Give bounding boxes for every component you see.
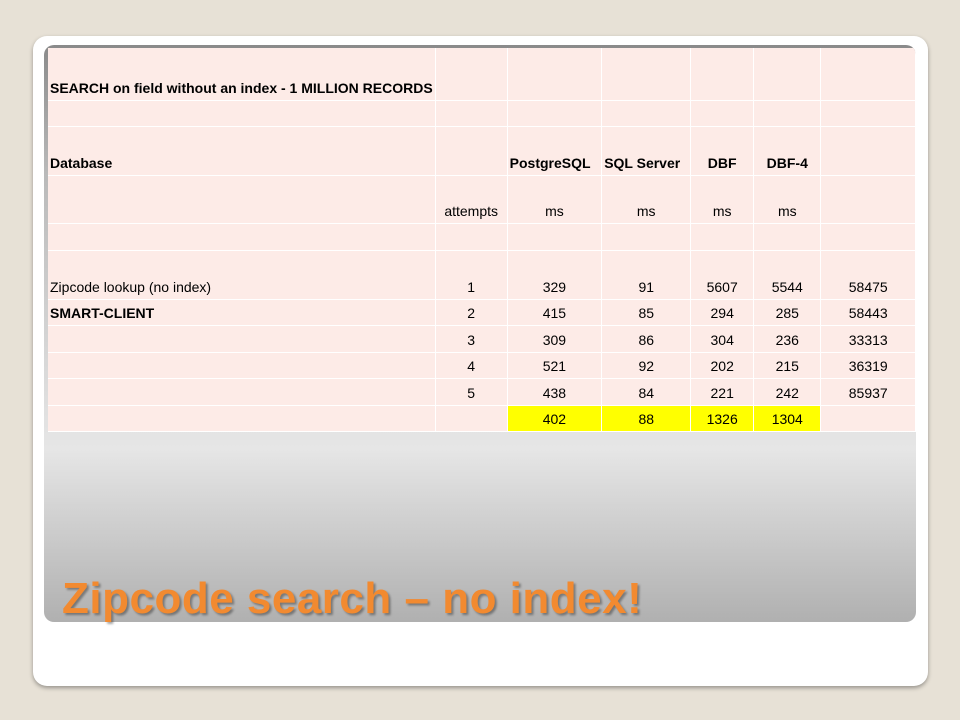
table-row: 5 438 84 221 242 85937	[48, 378, 916, 406]
attempt-number: 4	[435, 352, 508, 379]
value-cell: 86	[601, 325, 692, 353]
unit-label: ms	[690, 175, 755, 224]
value-cell: 285	[753, 299, 822, 326]
average-cell: 1326	[690, 405, 755, 432]
value-cell: 91	[601, 250, 692, 300]
attempts-label: attempts	[435, 175, 508, 224]
value-cell: 58443	[820, 299, 916, 326]
unit-label: ms	[601, 175, 692, 224]
value-cell: 84	[601, 378, 692, 406]
value-cell: 202	[690, 352, 755, 379]
benchmark-table: SEARCH on field without an index - 1 MIL…	[48, 48, 916, 432]
value-cell: 33313	[820, 325, 916, 353]
attempt-number: 2	[435, 299, 508, 326]
row-label	[48, 378, 436, 406]
database-label: Database	[48, 126, 436, 176]
row-label: SMART-CLIENT	[48, 299, 436, 326]
average-row: 402 88 1326 1304	[48, 405, 916, 432]
column-header: SQL Server	[601, 126, 692, 176]
row-label	[48, 325, 436, 353]
table-heading-row: SEARCH on field without an index - 1 MIL…	[48, 48, 916, 101]
table-row: SMART-CLIENT 2 415 85 294 285 58443	[48, 299, 916, 326]
value-cell: 36319	[820, 352, 916, 379]
attempt-number: 3	[435, 325, 508, 353]
value-cell: 329	[507, 250, 603, 300]
unit-label: ms	[753, 175, 822, 224]
column-header-row: Database PostgreSQL SQL Server DBF DBF-4	[48, 126, 916, 176]
value-cell: 438	[507, 378, 603, 406]
value-cell: 415	[507, 299, 603, 326]
spacer-row	[48, 223, 916, 251]
average-cell: 88	[601, 405, 692, 432]
value-cell: 215	[753, 352, 822, 379]
average-cell: 402	[507, 405, 603, 432]
row-label	[48, 352, 436, 379]
column-header: DBF	[690, 126, 755, 176]
value-cell: 309	[507, 325, 603, 353]
table-row: Zipcode lookup (no index) 1 329 91 5607 …	[48, 250, 916, 300]
value-cell: 242	[753, 378, 822, 406]
slide-panel: SEARCH on field without an index - 1 MIL…	[44, 45, 916, 622]
column-header: PostgreSQL	[507, 126, 603, 176]
value-cell: 304	[690, 325, 755, 353]
attempt-number: 5	[435, 378, 508, 406]
table-heading: SEARCH on field without an index - 1 MIL…	[48, 48, 436, 101]
value-cell: 221	[690, 378, 755, 406]
row-label: Zipcode lookup (no index)	[48, 250, 436, 300]
value-cell: 5544	[753, 250, 822, 300]
value-cell: 5607	[690, 250, 755, 300]
value-cell: 58475	[820, 250, 916, 300]
value-cell: 85	[601, 299, 692, 326]
spacer-row	[48, 100, 916, 127]
value-cell: 236	[753, 325, 822, 353]
column-header: DBF-4	[753, 126, 822, 176]
table-row: 3 309 86 304 236 33313	[48, 325, 916, 353]
table-row: 4 521 92 202 215 36319	[48, 352, 916, 379]
unit-label: ms	[507, 175, 603, 224]
value-cell: 521	[507, 352, 603, 379]
slide-title: Zipcode search – no index!	[62, 574, 643, 623]
attempt-number: 1	[435, 250, 508, 300]
average-cell: 1304	[753, 405, 822, 432]
value-cell: 92	[601, 352, 692, 379]
value-cell: 85937	[820, 378, 916, 406]
units-row: attempts ms ms ms ms	[48, 175, 916, 224]
value-cell: 294	[690, 299, 755, 326]
